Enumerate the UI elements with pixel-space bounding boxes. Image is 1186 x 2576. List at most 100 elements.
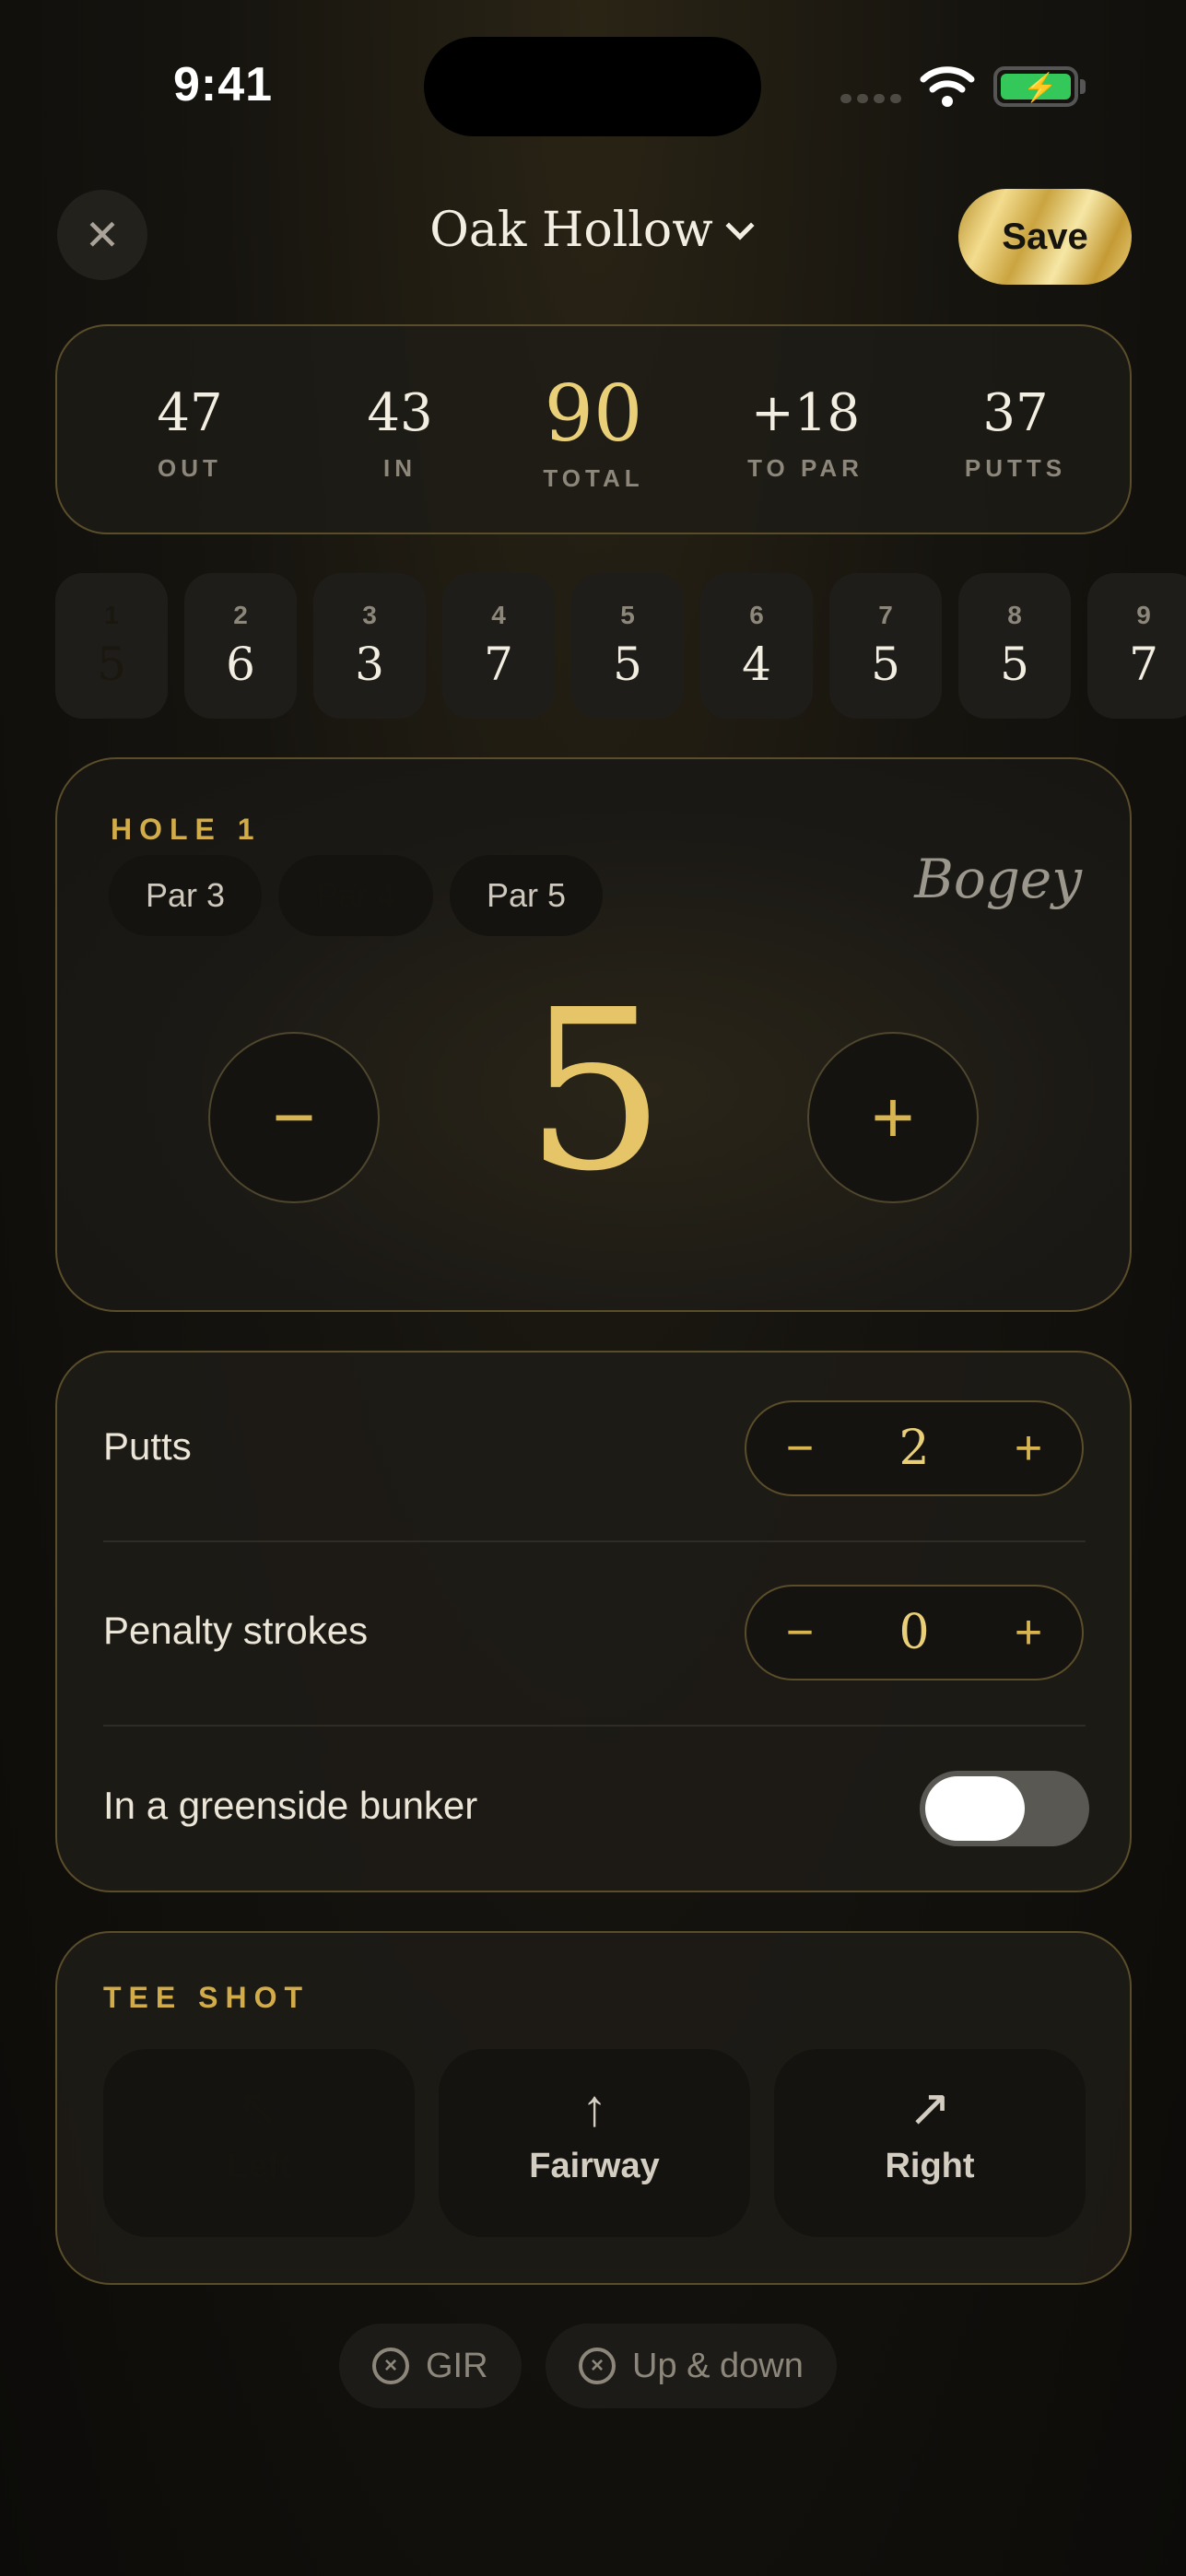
hole-score: 7 (1129, 638, 1158, 691)
stat-out-value: 47 (157, 383, 223, 443)
hole-score: 5 (871, 638, 900, 691)
save-button[interactable]: Save (958, 189, 1132, 285)
gir-chip[interactable]: × GIR (339, 2324, 522, 2408)
close-button[interactable]: ✕ (57, 190, 147, 280)
arrow-up-right-icon: ↗ (908, 2078, 952, 2137)
hole-score: 7 (484, 638, 513, 691)
hole-number: 7 (878, 601, 893, 629)
stat-to-par-value: +18 (750, 383, 861, 443)
hole-number: 4 (491, 601, 506, 629)
tee-fairway-button[interactable]: ↑ Fairway (439, 2049, 750, 2237)
score-summary: 47 OUT 43 IN 90 TOTAL +18 TO PAR 37 PUTT… (55, 324, 1132, 534)
hole-chip-6[interactable]: 6 4 (700, 573, 813, 719)
wifi-icon (920, 66, 975, 107)
tee-left-button[interactable]: ↖ Left (103, 2049, 415, 2237)
penalty-minus-button[interactable]: − (781, 1605, 818, 1660)
hole-score: 5 (613, 638, 642, 691)
hole-score: 4 (742, 638, 771, 691)
hole-selector: 1 5 2 6 3 3 4 7 5 5 6 4 7 5 8 5 9 7 (55, 573, 1186, 719)
tee-shot-label: TEE SHOT (103, 1981, 311, 2014)
penalty-value: 0 (898, 1605, 930, 1660)
putts-stepper: − 2 + (745, 1400, 1084, 1496)
stat-in: 43 IN (308, 326, 492, 536)
stat-total: 90 TOTAL (501, 326, 686, 536)
arrow-up-left-icon: ↖ (237, 2078, 281, 2137)
bunker-toggle[interactable] (920, 1771, 1089, 1846)
x-circle-icon: × (579, 2348, 616, 2384)
stat-out-label: OUT (158, 454, 222, 482)
tee-right-button[interactable]: ↗ Right (774, 2049, 1086, 2237)
hole-chip-7[interactable]: 7 5 (829, 573, 942, 719)
hole-chip-9[interactable]: 9 7 (1087, 573, 1186, 719)
par-5-option[interactable]: Par 5 (450, 855, 603, 936)
penalty-stepper: − 0 + (745, 1585, 1084, 1680)
battery-icon: ⚡ (993, 66, 1078, 107)
putts-plus-button[interactable]: + (1010, 1421, 1047, 1476)
stat-putts-label: PUTTS (964, 454, 1067, 482)
bunker-label: In a greenside bunker (103, 1784, 478, 1827)
par-4-option[interactable]: Par 4 (278, 855, 433, 936)
stat-in-value: 43 (367, 383, 433, 443)
up-and-down-chip[interactable]: × Up & down (546, 2324, 837, 2408)
stat-putts: 37 PUTTS (923, 326, 1108, 536)
gir-label: GIR (426, 2346, 488, 2385)
minus-icon: − (272, 1076, 316, 1158)
chevron-down-icon (725, 211, 755, 240)
hole-number: 1 (104, 601, 119, 629)
divider (103, 1540, 1086, 1542)
stat-out: 47 OUT (98, 326, 282, 536)
tee-shot-card: TEE SHOT ↖ Left ↑ Fairway ↗ Right (55, 1931, 1132, 2285)
stat-to-par-label: TO PAR (747, 454, 863, 482)
hole-number: 2 (233, 601, 248, 629)
course-title: Oak Hollow (429, 203, 713, 258)
plus-icon: + (871, 1076, 915, 1158)
toggle-knob (925, 1776, 1025, 1841)
putts-minus-button[interactable]: − (781, 1421, 818, 1476)
hole-score-value: 5 (524, 962, 666, 1220)
hole-label: HOLE 1 (111, 813, 262, 846)
x-circle-icon: × (372, 2348, 409, 2384)
hole-number: 5 (620, 601, 635, 629)
divider (103, 1725, 1086, 1727)
details-card: Putts − 2 + Penalty strokes − 0 + In a g… (55, 1351, 1132, 1892)
stat-to-par: +18 TO PAR (713, 326, 898, 536)
hole-card: HOLE 1 Par 3 Par 4 Par 5 Bogey − 5 + (55, 757, 1132, 1312)
hole-number: 3 (362, 601, 377, 629)
hole-score: 6 (226, 638, 255, 691)
course-selector[interactable]: Oak Hollow (350, 203, 829, 258)
hole-score: 3 (355, 638, 384, 691)
stat-in-label: IN (383, 454, 417, 482)
hole-score: 5 (97, 638, 126, 691)
hole-chip-8[interactable]: 8 5 (958, 573, 1071, 719)
hole-number: 6 (749, 601, 764, 629)
dynamic-island (424, 37, 761, 136)
hole-chip-2[interactable]: 2 6 (184, 573, 297, 719)
hole-chip-3[interactable]: 3 3 (313, 573, 426, 719)
hole-chip-4[interactable]: 4 7 (442, 573, 555, 719)
arrow-up-icon: ↑ (581, 2078, 607, 2137)
putts-value: 2 (898, 1421, 930, 1476)
hole-chip-1[interactable]: 1 5 (55, 573, 168, 719)
hole-number: 9 (1136, 601, 1151, 629)
par-3-option[interactable]: Par 3 (109, 855, 262, 936)
score-result: Bogey (914, 848, 1082, 910)
stat-total-value: 90 (544, 369, 643, 459)
tee-right-label: Right (885, 2147, 975, 2185)
penalty-label: Penalty strokes (103, 1609, 369, 1652)
increase-score-button[interactable]: + (807, 1032, 979, 1203)
tee-left-label: Left (227, 2147, 291, 2185)
hole-score: 5 (1000, 638, 1029, 691)
status-time: 9:41 (173, 58, 274, 111)
penalty-plus-button[interactable]: + (1010, 1605, 1047, 1660)
tee-fairway-label: Fairway (529, 2147, 660, 2185)
cellular-signal-icon (840, 94, 901, 103)
hole-number: 8 (1007, 601, 1022, 629)
close-icon: ✕ (84, 211, 121, 259)
stat-putts-value: 37 (982, 383, 1049, 443)
hole-chip-5[interactable]: 5 5 (571, 573, 684, 719)
decrease-score-button[interactable]: − (208, 1032, 380, 1203)
up-and-down-label: Up & down (632, 2346, 804, 2385)
putts-label: Putts (103, 1424, 192, 1468)
battery-tip (1080, 79, 1086, 94)
stat-total-label: TOTAL (543, 464, 644, 492)
